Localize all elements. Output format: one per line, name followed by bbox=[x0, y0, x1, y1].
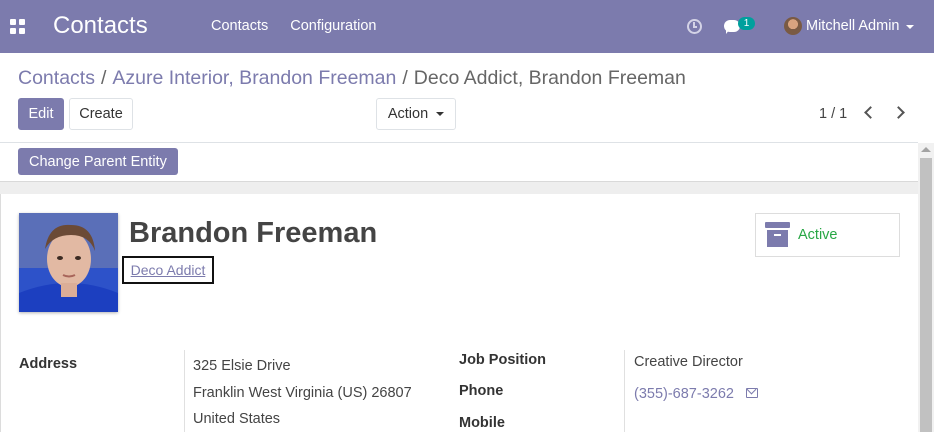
mobile-label: Mobile bbox=[459, 415, 505, 431]
active-label: Active bbox=[798, 227, 838, 243]
archive-icon bbox=[765, 222, 790, 247]
job-position-value: Creative Director bbox=[634, 354, 743, 370]
breadcrumb-parent-contact[interactable]: Azure Interior, Brandon Freeman bbox=[112, 67, 396, 89]
address-label: Address bbox=[19, 356, 78, 372]
contact-photo[interactable] bbox=[19, 213, 118, 312]
pager-previous-icon[interactable] bbox=[864, 106, 877, 119]
pager-value[interactable]: 1 / 1 bbox=[819, 106, 847, 122]
address-street: 325 Elsie Drive bbox=[193, 358, 291, 374]
apps-menu-icon[interactable] bbox=[10, 19, 26, 35]
column-divider bbox=[624, 350, 625, 432]
action-label: Action bbox=[387, 106, 429, 122]
app-brand[interactable]: Contacts bbox=[53, 12, 148, 40]
edit-button[interactable]: Edit bbox=[18, 98, 64, 130]
column-divider bbox=[184, 350, 185, 432]
company-link[interactable]: Deco Addict bbox=[131, 262, 206, 278]
activity-clock-icon[interactable] bbox=[687, 19, 702, 34]
breadcrumb: Contacts / Azure Interior, Brandon Freeman… bbox=[18, 67, 686, 89]
create-button[interactable]: Create bbox=[69, 98, 133, 130]
user-menu-caret-icon[interactable] bbox=[906, 25, 914, 29]
address-country: United States bbox=[193, 411, 281, 427]
menu-item-contacts[interactable]: Contacts bbox=[211, 18, 268, 34]
address-city: Franklin West Virginia (US) 26807 bbox=[193, 385, 412, 401]
pager-next-icon[interactable] bbox=[892, 106, 905, 119]
top-navbar: Contacts Contacts Configuration 1 Mitche… bbox=[0, 0, 934, 53]
breadcrumb-current: Deco Addict, Brandon Freeman bbox=[413, 67, 686, 89]
user-avatar[interactable] bbox=[784, 17, 802, 35]
sheet-background bbox=[0, 181, 918, 194]
action-dropdown[interactable]: Action bbox=[376, 98, 456, 130]
breadcrumb-contacts[interactable]: Contacts bbox=[18, 67, 95, 89]
scroll-up-icon[interactable] bbox=[921, 147, 931, 152]
active-toggle-button[interactable]: Active bbox=[755, 213, 900, 257]
action-caret-icon bbox=[436, 112, 445, 116]
company-field[interactable]: Deco Addict bbox=[122, 256, 214, 284]
menu-item-configuration[interactable]: Configuration bbox=[290, 18, 376, 34]
scrollbar-thumb[interactable] bbox=[920, 158, 932, 432]
job-position-label: Job Position bbox=[459, 352, 546, 368]
change-parent-entity-button[interactable]: Change Parent Entity bbox=[18, 148, 178, 175]
main-menu: Contacts Configuration bbox=[211, 18, 376, 34]
contact-name: Brandon Freeman bbox=[129, 217, 378, 249]
phone-value[interactable]: (355)-687-3262 bbox=[634, 386, 734, 402]
phone-label: Phone bbox=[459, 383, 504, 399]
message-count-badge: 1 bbox=[738, 17, 755, 30]
envelope-icon[interactable] bbox=[746, 388, 758, 398]
user-menu[interactable]: Mitchell Admin bbox=[806, 18, 899, 34]
